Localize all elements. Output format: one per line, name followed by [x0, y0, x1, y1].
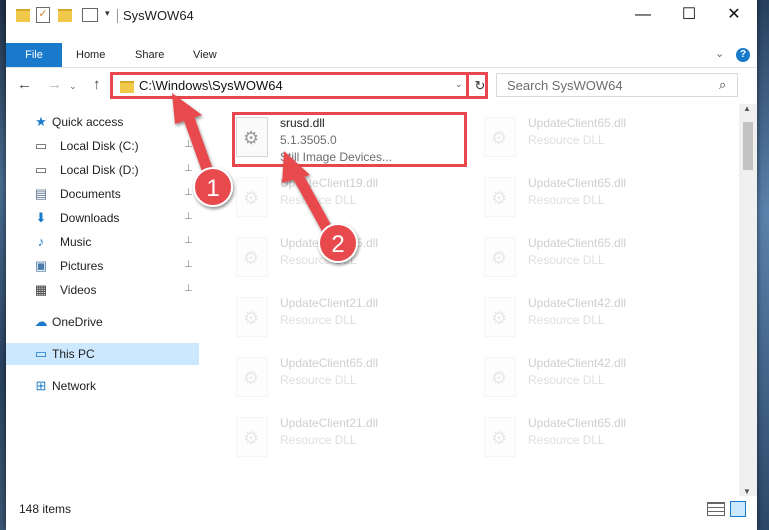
- step-badge-2: 2: [318, 223, 358, 263]
- step-badge-1: 1: [193, 167, 233, 207]
- svg-text:2: 2: [331, 231, 344, 258]
- svg-text:1: 1: [206, 175, 219, 202]
- arrow-2: [282, 151, 338, 244]
- annotation-overlay: 1 2: [172, 93, 358, 263]
